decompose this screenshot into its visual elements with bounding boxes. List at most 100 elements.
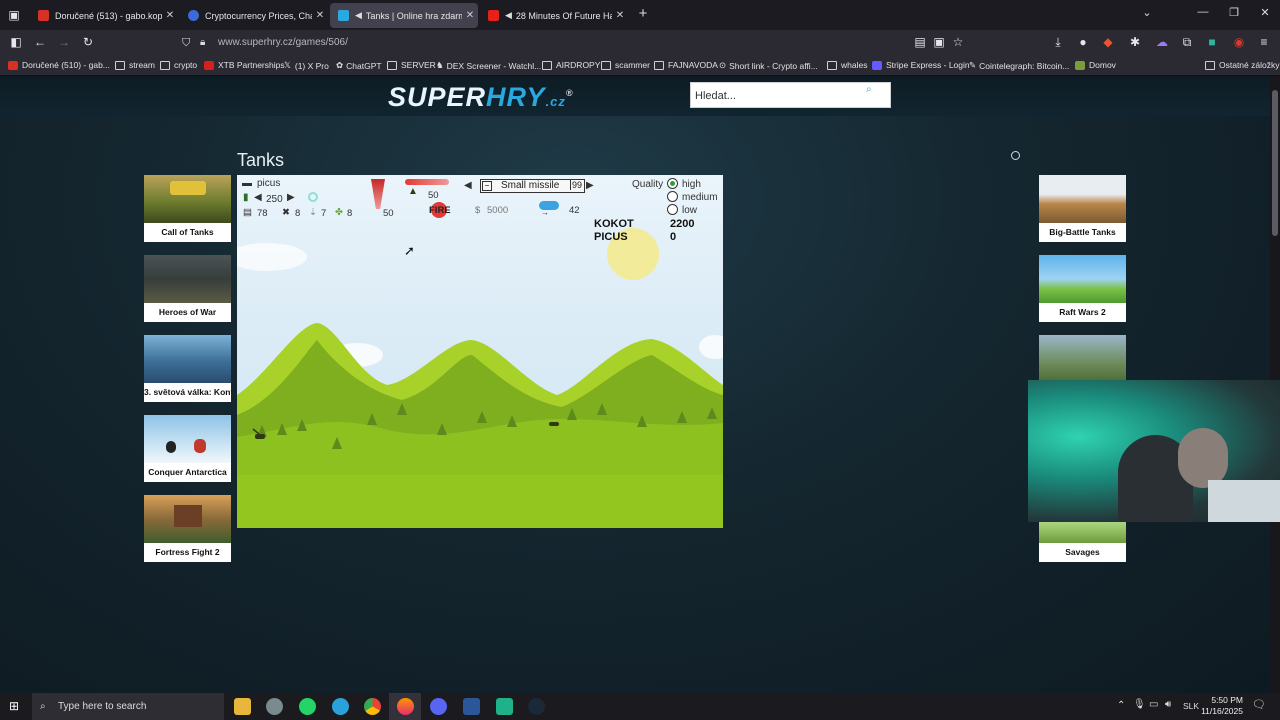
site-search-input[interactable]: Hledat... <box>690 82 891 108</box>
game-canvas[interactable]: ▬ picus ▮ ◀ 250 ▶ ▤ 78 ✖ 8 ⇣ 7 ✤ 8 50 ▲ … <box>237 175 723 528</box>
bookmark-item[interactable]: SERVER <box>387 60 436 70</box>
windows-start-icon[interactable]: ⊞ <box>9 699 19 713</box>
bookmark-item[interactable]: whales <box>827 60 867 70</box>
menu-icon[interactable]: ≡ <box>1256 35 1272 49</box>
bookmark-item[interactable]: ✿ ChatGPT <box>336 60 382 71</box>
game-thumb-big-battle-tanks[interactable]: Big-Battle Tanks <box>1039 175 1126 242</box>
weapon-next-button[interactable]: ▶ <box>586 180 594 191</box>
bookmark-item[interactable]: ⊙ Short link - Crypto affi... <box>719 60 818 71</box>
taskbar-search-input[interactable]: ⌕ Type here to search <box>32 693 224 720</box>
reload-icon[interactable]: ↻ <box>80 35 96 49</box>
screenshot-icon[interactable]: ▣ <box>931 35 947 49</box>
tab-tanks[interactable]: ◀ Tanks | Online hra zdarma | ✕ <box>330 3 478 28</box>
folder-icon <box>654 60 664 70</box>
lock-icon[interactable]: 🔒︎ <box>200 33 205 53</box>
taskbar-clock[interactable]: 5:50 PM 11/16/2025 <box>1198 695 1243 717</box>
bookmark-item[interactable]: ♞ DEX Screener - Watchl... <box>436 60 541 71</box>
bookmark-item[interactable]: Domov <box>1075 60 1116 70</box>
bookmark-item[interactable]: 𝕏 (1) X Pro <box>284 60 329 71</box>
game-title: Fortress Fight 2 <box>155 547 220 557</box>
app-icon[interactable] <box>266 698 283 715</box>
parachute-icon[interactable]: ✤ <box>335 207 343 218</box>
repair-icon[interactable]: ✖ <box>282 207 290 218</box>
app-icon[interactable] <box>496 698 513 715</box>
close-icon[interactable]: ✕ <box>312 10 328 21</box>
quality-low-radio[interactable] <box>667 204 678 215</box>
discord-icon[interactable] <box>430 698 447 715</box>
chrome-icon[interactable] <box>364 698 381 715</box>
chevron-down-icon[interactable]: ⌄ <box>1137 6 1157 19</box>
download-icon[interactable]: ⤓ <box>1050 35 1066 50</box>
close-icon[interactable]: ✕ <box>462 10 478 21</box>
extension-badge-icon[interactable]: ✱ <box>1127 35 1143 49</box>
bookmark-item[interactable]: ✎ Cointelegraph: Bitcoin... <box>969 60 1069 71</box>
url-text: www.superhry.cz/games/506/ <box>218 37 348 48</box>
game-thumb-raft-wars-2[interactable]: Raft Wars 2 <box>1039 255 1126 322</box>
fullscreen-icon[interactable] <box>1011 151 1020 160</box>
volume-icon[interactable]: 🔊︎ <box>1165 699 1171 710</box>
sidebar-icon[interactable]: ◧ <box>8 35 24 49</box>
back-icon[interactable]: ← <box>32 35 48 49</box>
tab-crypto[interactable]: Cryptocurrency Prices, Charts A ✕ <box>180 3 328 28</box>
extension-cloud-icon[interactable]: ☁ <box>1154 35 1170 49</box>
telegram-icon[interactable] <box>332 698 349 715</box>
bookmark-item[interactable]: FAJNAVODA <box>654 60 718 70</box>
power-decrease-button[interactable]: ◀ <box>254 192 262 203</box>
chevron-up-icon[interactable]: ⌃ <box>1117 700 1125 711</box>
game-thumb-world-war-3[interactable]: 3. světová válka: Konf... <box>144 335 231 402</box>
firefox-icon[interactable] <box>397 698 414 715</box>
site-logo[interactable]: SUPERHRY.cz® <box>388 82 574 113</box>
weapon-prev-button[interactable]: ◀ <box>464 180 472 191</box>
reader-view-icon[interactable]: ▤ <box>912 35 928 49</box>
scrollbar-thumb[interactable] <box>1272 90 1278 236</box>
bookmark-item[interactable]: scammer <box>601 60 650 70</box>
tab-youtube[interactable]: ◀ 28 Minutes Of Future Hard ✕ <box>480 3 628 28</box>
game-thumb-conquer-antarctica[interactable]: Conquer Antarctica <box>144 415 231 482</box>
extensions-icon[interactable]: ⧉ <box>1179 35 1195 50</box>
account-icon[interactable]: ● <box>1075 35 1091 49</box>
language-indicator[interactable]: SLK <box>1183 701 1199 711</box>
steam-icon[interactable] <box>528 698 545 715</box>
bookmark-item[interactable]: AIRDROPY <box>542 60 600 70</box>
address-bar[interactable]: ⛉ 🔒︎ www.superhry.cz/games/506/ <box>180 33 970 53</box>
forward-icon[interactable]: → <box>56 35 72 49</box>
tab-list-icon[interactable]: ▣ <box>6 8 22 22</box>
extension-teal-icon[interactable]: ■ <box>1204 35 1220 49</box>
bookmark-item[interactable]: XTB Partnerships <box>204 60 285 70</box>
close-icon[interactable]: ✕ <box>612 10 628 21</box>
power-increase-button[interactable]: ▶ <box>287 192 295 203</box>
bookmark-star-icon[interactable]: ☆ <box>950 35 966 49</box>
bookmark-item[interactable]: stream <box>115 60 155 70</box>
game-thumb-heroes-of-war[interactable]: Heroes of War <box>144 255 231 322</box>
speaker-icon[interactable]: ◀ <box>505 10 512 21</box>
weapon-selector[interactable]: − Small missile 99 <box>480 179 585 193</box>
bookmark-item[interactable]: Doručené (510) - gab... <box>8 60 110 70</box>
new-tab-button[interactable]: + <box>633 5 653 22</box>
quality-high-radio[interactable] <box>667 178 678 189</box>
other-bookmarks[interactable]: Ostatné záložky <box>1205 60 1279 70</box>
tab-gmail[interactable]: Doručené (513) - gabo.kopcek@ ✕ <box>30 3 178 28</box>
bookmark-item[interactable]: Stripe Express - Login <box>872 60 970 70</box>
word-icon[interactable] <box>463 698 480 715</box>
network-icon[interactable]: ▭ <box>1149 699 1158 710</box>
microphone-icon[interactable]: 🎙︎ <box>1133 699 1146 710</box>
close-icon[interactable]: ✕ <box>162 10 178 21</box>
game-thumb-fortress-fight-2[interactable]: Fortress Fight 2 <box>144 495 231 562</box>
restore-button[interactable]: ❐ <box>1224 6 1244 19</box>
bookmark-item[interactable]: crypto <box>160 60 197 70</box>
minimize-button[interactable]: — <box>1193 6 1213 18</box>
notifications-icon[interactable]: 🗨︎ <box>1252 698 1266 711</box>
shield-icon[interactable]: ⛉ <box>182 33 190 53</box>
extension-red-icon[interactable]: ◉ <box>1231 35 1247 49</box>
quality-medium-radio[interactable] <box>667 191 678 202</box>
extension-fox-icon[interactable]: ◆ <box>1100 35 1116 49</box>
speaker-icon[interactable]: ◀ <box>355 10 362 21</box>
tab-title: 28 Minutes Of Future Hard <box>515 10 612 21</box>
whatsapp-icon[interactable] <box>299 698 316 715</box>
close-window-button[interactable]: ✕ <box>1255 6 1275 19</box>
file-explorer-icon[interactable] <box>234 698 251 715</box>
game-thumb-call-of-tanks[interactable]: Call of Tanks <box>144 175 231 242</box>
search-icon[interactable]: ⌕ <box>866 84 872 95</box>
fire-button[interactable]: FIRE <box>429 205 451 216</box>
teleport-icon[interactable]: ⇣ <box>309 207 317 218</box>
